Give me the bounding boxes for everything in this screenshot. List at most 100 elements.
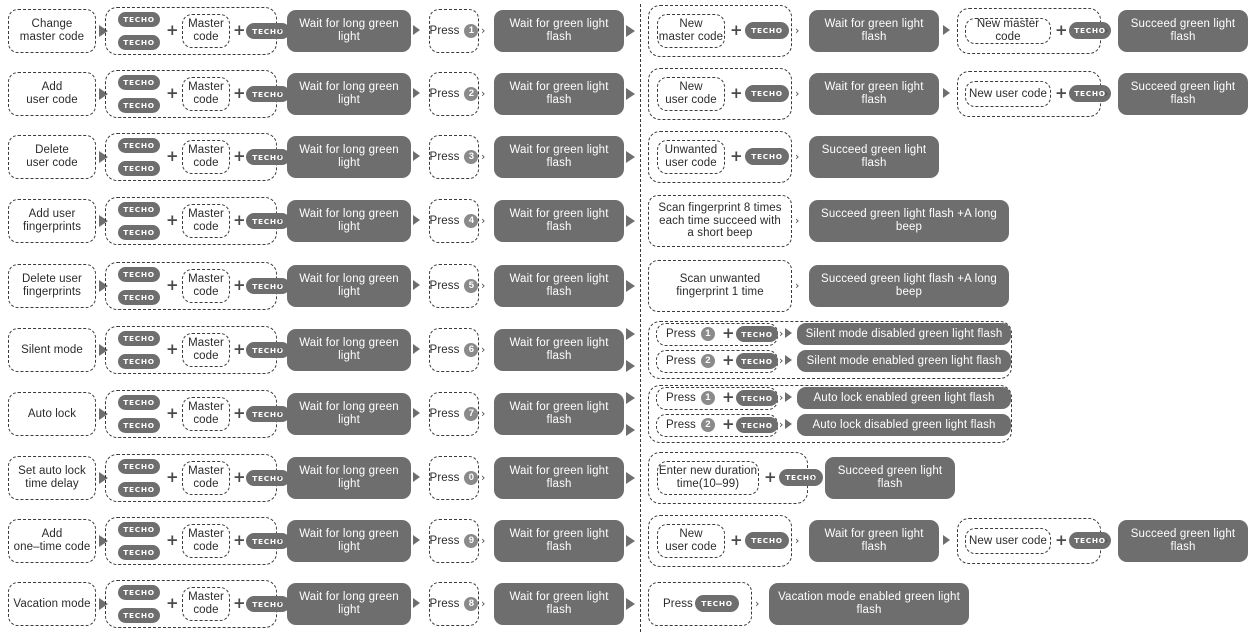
row-change-master-code-confirm-input[interactable]: New master code (657, 14, 725, 48)
row-auto-lock-branch-1-techo[interactable]: TECHO (736, 417, 778, 433)
row-add-user-code-techo-bottom[interactable]: TECHO (118, 98, 160, 113)
row-add-one-time-code-confirm-techo[interactable]: TECHO (745, 532, 789, 549)
row-silent-mode-branch-1-chevron: › (779, 354, 784, 367)
row-delete-user-code-techo-confirm[interactable]: TECHO (246, 149, 290, 165)
row-add-user-fingerprints-press-key[interactable]: Press 4 (429, 199, 479, 243)
row-set-auto-lock-time-delay-press-key[interactable]: Press 0 (429, 456, 479, 500)
row-delete-user-code-confirm-techo[interactable]: TECHO (745, 148, 789, 165)
row-add-user-code-label[interactable]: Add user code (8, 72, 96, 116)
row-set-auto-lock-time-delay-techo-confirm[interactable]: TECHO (246, 470, 290, 486)
row-silent-mode-techo-top[interactable]: TECHO (118, 331, 160, 346)
row-auto-lock-chevron-2: › (481, 407, 486, 420)
row-add-user-fingerprints-techo-top[interactable]: TECHO (118, 202, 160, 217)
row-add-user-code-confirm-input[interactable]: New user code (657, 77, 725, 111)
row-delete-user-code-techo-bottom[interactable]: TECHO (118, 161, 160, 176)
row-add-user-code-confirm-techo[interactable]: TECHO (745, 85, 789, 102)
row-set-auto-lock-time-delay-confirm-input[interactable]: Enter new duration time(10–99) (657, 461, 759, 495)
row-auto-lock-techo-confirm[interactable]: TECHO (246, 406, 290, 422)
row-add-user-fingerprints-label[interactable]: Add user fingerprints (8, 199, 96, 243)
row-change-master-code-press-key[interactable]: Press 1 (429, 9, 479, 53)
row-add-user-fingerprints-techo-bottom[interactable]: TECHO (118, 225, 160, 240)
row-auto-lock-branch-0-techo[interactable]: TECHO (736, 390, 778, 406)
row-vacation-mode-master-code[interactable]: Master code (182, 587, 230, 621)
row-delete-user-code-confirm-input[interactable]: Unwanted user code (657, 140, 725, 174)
row-add-user-code-techo-confirm[interactable]: TECHO (246, 86, 290, 102)
row-vacation-mode-tail-0-solid: Vacation mode enabled green light flash (769, 583, 969, 625)
row-silent-mode-techo-bottom[interactable]: TECHO (118, 354, 160, 369)
row-change-master-code-confirm-techo[interactable]: TECHO (745, 22, 789, 39)
row-add-one-time-code-techo-confirm[interactable]: TECHO (246, 533, 290, 549)
row-add-user-code-tail-1-input[interactable]: New user code (965, 81, 1051, 107)
row-delete-user-fingerprints-instruction[interactable]: Scan unwanted fingerprint 1 time (648, 260, 792, 312)
row-vacation-mode-label[interactable]: Vacation mode (8, 582, 96, 626)
row-set-auto-lock-time-delay-techo-top[interactable]: TECHO (118, 459, 160, 474)
row-delete-user-fingerprints-plus-1: + (166, 276, 179, 294)
row-auto-lock-label[interactable]: Auto lock (8, 392, 96, 436)
row-add-one-time-code-master-code[interactable]: Master code (182, 524, 230, 558)
row-set-auto-lock-time-delay-wait-green-flash: Wait for green light flash (494, 457, 624, 499)
row-silent-mode-techo-confirm[interactable]: TECHO (246, 342, 290, 358)
row-silent-mode-master-code[interactable]: Master code (182, 333, 230, 367)
row-add-one-time-code-confirm-input[interactable]: New user code (657, 524, 725, 558)
press-content: Press 1 (430, 24, 479, 38)
row-add-one-time-code-techo-bottom[interactable]: TECHO (118, 545, 160, 560)
row-auto-lock-master-code[interactable]: Master code (182, 397, 230, 431)
row-add-one-time-code-press-key[interactable]: Press 9 (429, 519, 479, 563)
row-silent-mode-label[interactable]: Silent mode (8, 328, 96, 372)
row-vacation-mode-techo-top[interactable]: TECHO (118, 585, 160, 600)
row-add-one-time-code-techo-top[interactable]: TECHO (118, 522, 160, 537)
row-change-master-code-label[interactable]: Change master code (8, 9, 96, 53)
row-add-one-time-code-chevron-1: › (278, 534, 283, 547)
row-add-user-fingerprints-instruction[interactable]: Scan fingerprint 8 times each time succee… (648, 195, 792, 247)
row-set-auto-lock-time-delay-master-code[interactable]: Master code (182, 461, 230, 495)
row-delete-user-code-master-code[interactable]: Master code (182, 140, 230, 174)
branch-press-content: Press 1 (666, 391, 715, 405)
row-vacation-mode-press-key[interactable]: Press 8 (429, 582, 479, 626)
row-delete-user-fingerprints-press-key[interactable]: Press 5 (429, 264, 479, 308)
press-digit-badge: 6 (464, 343, 479, 357)
row-delete-user-fingerprints-label[interactable]: Delete user fingerprints (8, 264, 96, 308)
press-content: Press 0 (430, 471, 479, 485)
row-add-user-code-techo-top[interactable]: TECHO (118, 75, 160, 90)
row-vacation-mode-press-confirm-techo[interactable]: TECHO (695, 595, 739, 612)
row-set-auto-lock-time-delay-label[interactable]: Set auto lock time delay (8, 456, 96, 500)
row-delete-user-code-techo-top[interactable]: TECHO (118, 138, 160, 153)
row-add-user-fingerprints-master-code[interactable]: Master code (182, 204, 230, 238)
row-add-one-time-code-tail-1-chevron: › (1104, 534, 1109, 547)
row-set-auto-lock-time-delay-techo-bottom[interactable]: TECHO (118, 482, 160, 497)
row-silent-mode-branch-0-techo[interactable]: TECHO (736, 326, 778, 342)
row-set-auto-lock-time-delay-confirm-techo[interactable]: TECHO (779, 469, 823, 486)
row-auto-lock-branch-0-result: Auto lock enabled green light flash (797, 387, 1011, 409)
row-add-user-code-chevron-2: › (481, 87, 486, 100)
row-change-master-code-techo-bottom[interactable]: TECHO (118, 35, 160, 50)
row-delete-user-fingerprints-techo-top[interactable]: TECHO (118, 267, 160, 282)
press-label: Press (429, 407, 460, 420)
row-add-user-code-press-key[interactable]: Press 2 (429, 72, 479, 116)
row-delete-user-fingerprints-master-code[interactable]: Master code (182, 269, 230, 303)
row-add-user-code-arrow-3 (626, 88, 635, 100)
row-silent-mode-wait-green-flash: Wait for green light flash (494, 329, 624, 371)
row-silent-mode-branch-1-techo[interactable]: TECHO (736, 353, 778, 369)
row-add-one-time-code-tail-1-input[interactable]: New user code (965, 528, 1051, 554)
row-delete-user-fingerprints-chevron-3: › (795, 279, 800, 292)
row-auto-lock-techo-bottom[interactable]: TECHO (118, 418, 160, 433)
row-change-master-code-techo-top[interactable]: TECHO (118, 12, 160, 27)
row-delete-user-fingerprints-techo-bottom[interactable]: TECHO (118, 290, 160, 305)
row-silent-mode-press-key[interactable]: Press 6 (429, 328, 479, 372)
row-change-master-code-techo-confirm[interactable]: TECHO (246, 23, 290, 39)
row-vacation-mode-techo-bottom[interactable]: TECHO (118, 608, 160, 623)
press-content: Press 8 (430, 597, 479, 611)
row-delete-user-code-press-key[interactable]: Press 3 (429, 135, 479, 179)
row-auto-lock-press-key[interactable]: Press 7 (429, 392, 479, 436)
row-change-master-code-tail-1-input[interactable]: New master code (965, 18, 1051, 44)
row-auto-lock-techo-top[interactable]: TECHO (118, 395, 160, 410)
row-add-user-code-master-code[interactable]: Master code (182, 77, 230, 111)
row-delete-user-code-label[interactable]: Delete user code (8, 135, 96, 179)
row-change-master-code-master-code[interactable]: Master code (182, 14, 230, 48)
press-content: Press 7 (430, 407, 479, 421)
row-add-user-fingerprints-techo-confirm[interactable]: TECHO (246, 213, 290, 229)
row-vacation-mode-techo-confirm[interactable]: TECHO (246, 596, 290, 612)
row-silent-mode-branch-1-plus: + (722, 351, 735, 369)
row-delete-user-fingerprints-techo-confirm[interactable]: TECHO (246, 278, 290, 294)
row-add-one-time-code-label[interactable]: Add one–time code (8, 519, 96, 563)
